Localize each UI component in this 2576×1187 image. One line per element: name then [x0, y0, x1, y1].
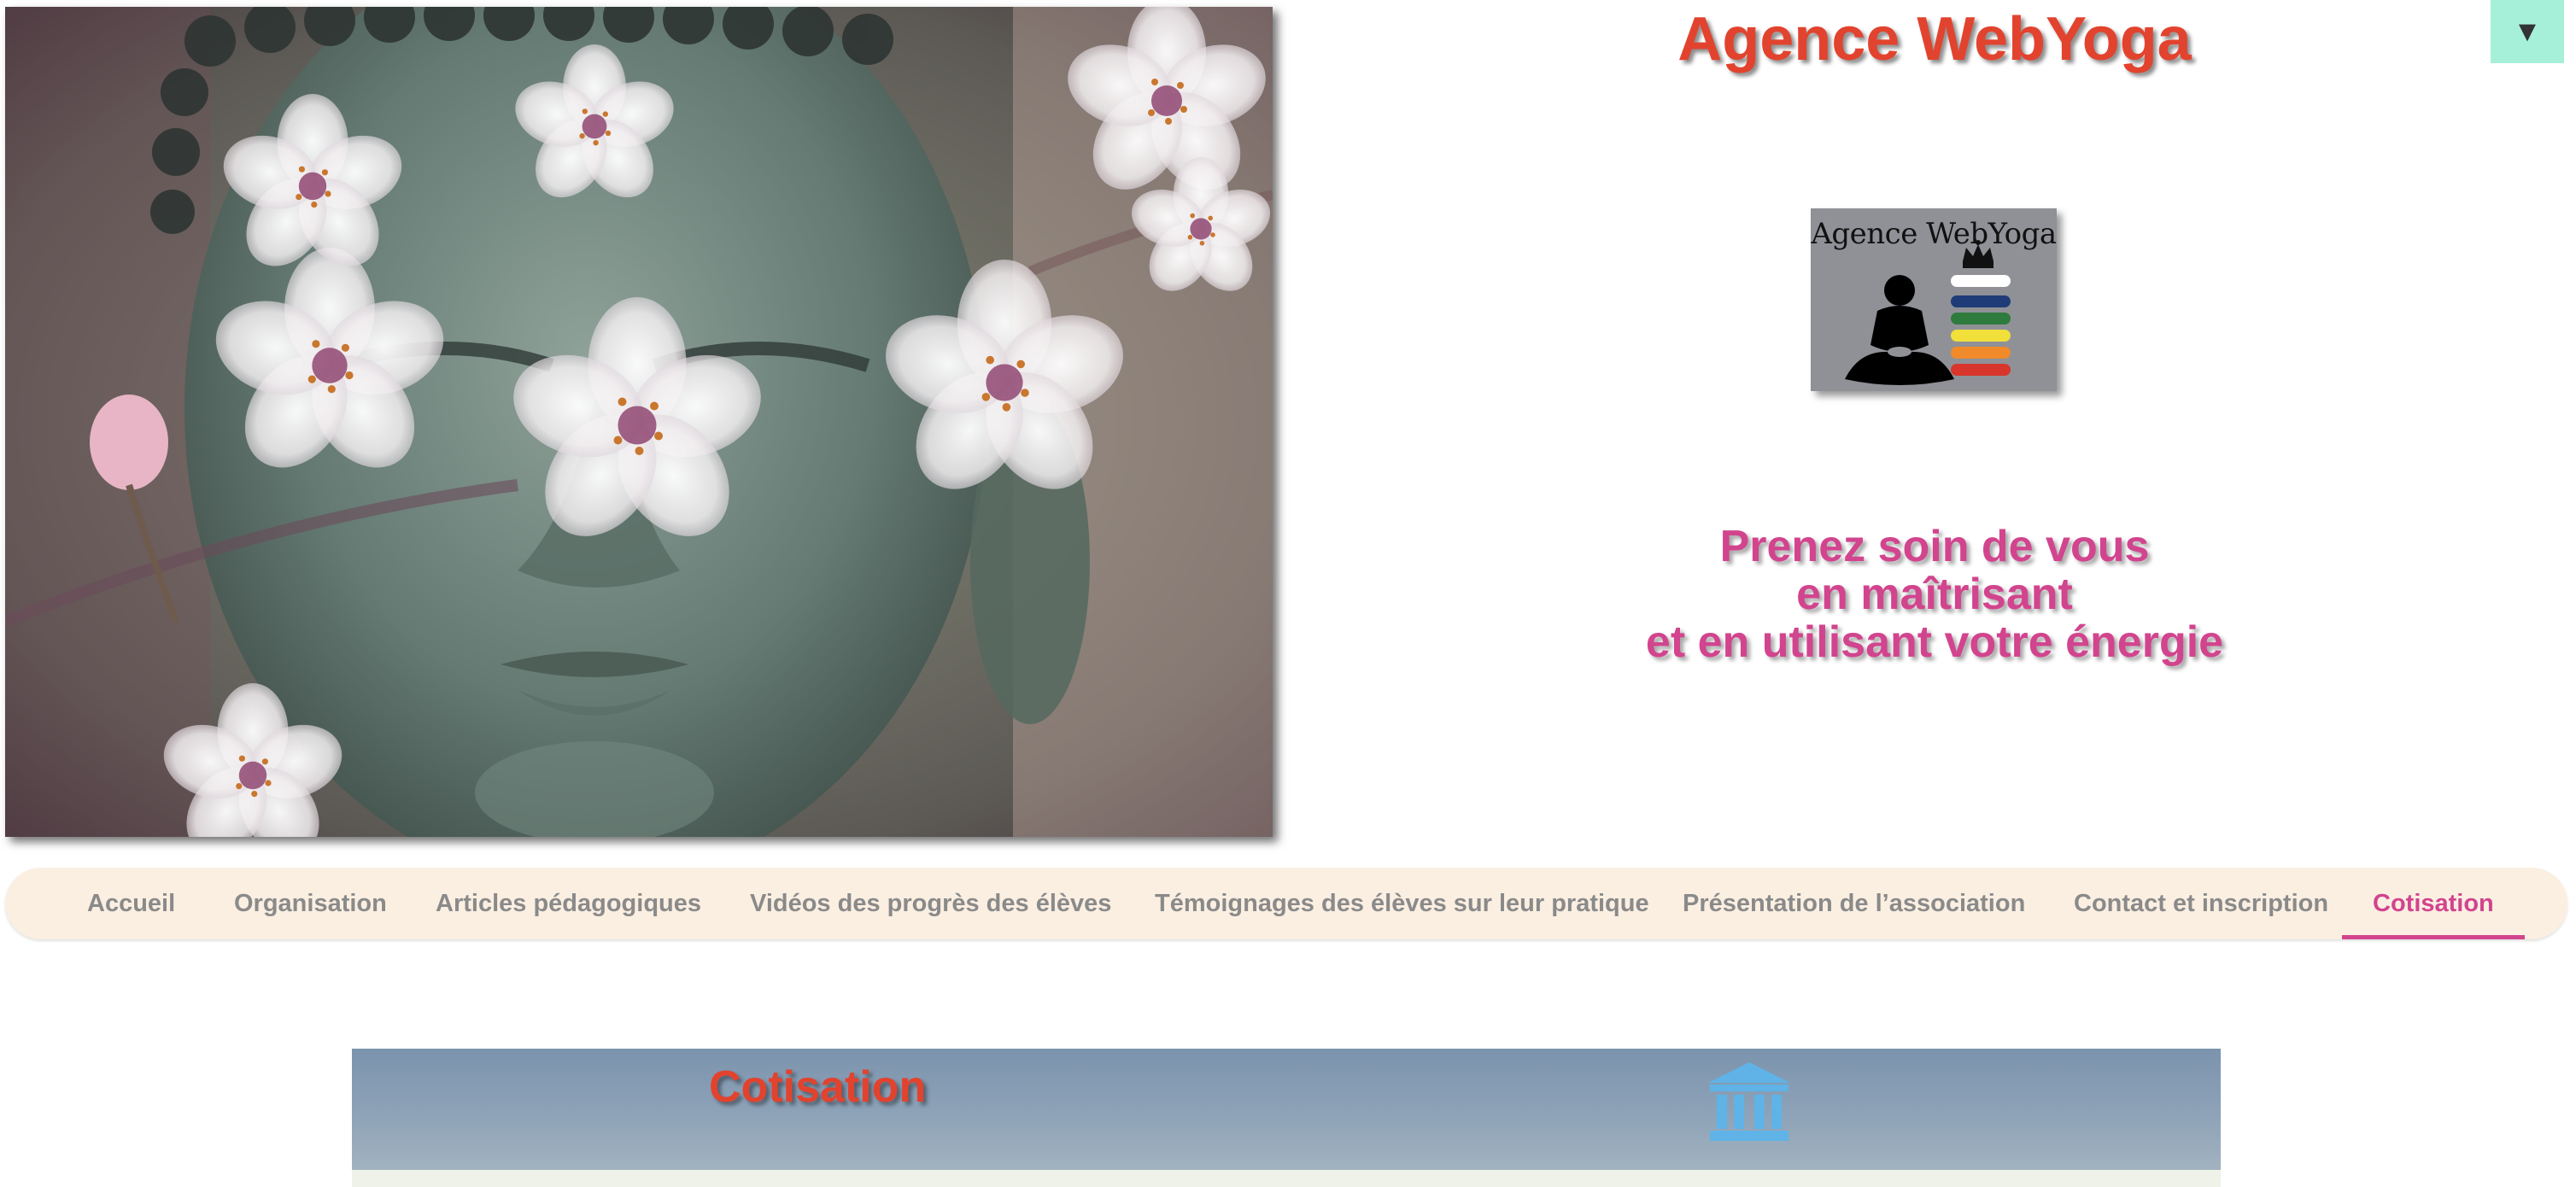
section-banner: Cotisation: [352, 1049, 2221, 1170]
logo[interactable]: Agence WebYoga: [1811, 208, 2057, 391]
nav-item-articles-pedagogiques[interactable]: Articles pédagogiques: [405, 868, 732, 939]
hero-image: [5, 7, 1273, 837]
content-strip: [352, 1170, 2221, 1187]
main-nav: Accueil Organisation Articles pédagogiqu…: [5, 868, 2567, 939]
bank-icon: [1708, 1062, 1790, 1141]
nav-item-accueil[interactable]: Accueil: [56, 868, 206, 939]
menu-toggle-button[interactable]: ▼: [2491, 0, 2564, 63]
nav-item-contact-inscription[interactable]: Contact et inscription: [2043, 868, 2359, 939]
tagline-line-1: Prenez soin de vous: [1719, 522, 2150, 571]
nav-item-videos[interactable]: Vidéos des progrès des élèves: [719, 868, 1142, 939]
nav-item-temoignages[interactable]: Témoignages des élèves sur leur pratique: [1124, 868, 1680, 939]
nav-item-presentation[interactable]: Présentation de l’association: [1652, 868, 2056, 939]
buddha-blossom-illustration: [5, 7, 1273, 837]
site-title: Agence WebYoga: [1677, 5, 2192, 73]
tagline-line-2: en maîtrisant: [1796, 570, 2073, 619]
tagline: Prenez soin de vous en maîtrisant et en …: [1503, 523, 2366, 666]
logo-text: Agence WebYoga: [1811, 217, 2057, 251]
chevron-down-icon: ▼: [2513, 15, 2542, 48]
nav-item-cotisation[interactable]: Cotisation: [2342, 868, 2525, 939]
tagline-line-3: et en utilisant votre énergie: [1645, 617, 2224, 667]
section-title: Cotisation: [709, 1062, 927, 1112]
nav-item-organisation[interactable]: Organisation: [203, 868, 418, 939]
